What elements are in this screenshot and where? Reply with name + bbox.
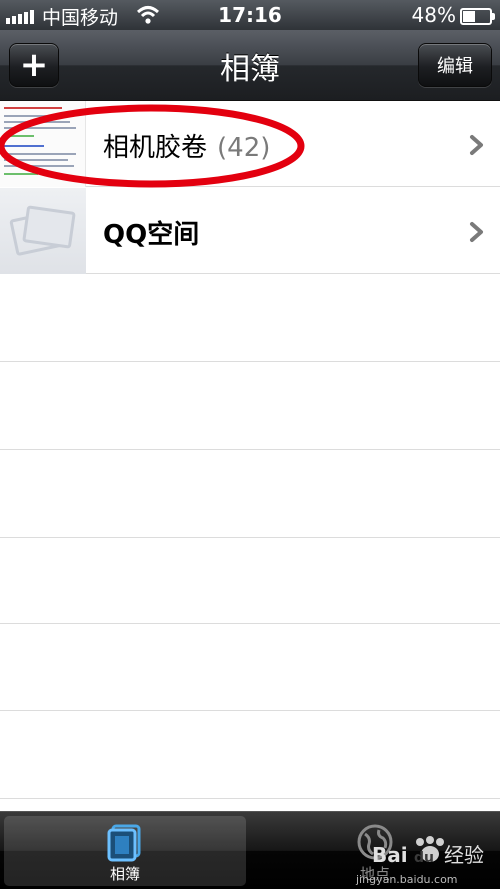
battery-icon [460, 8, 495, 25]
album-count: (42) [217, 133, 271, 163]
album-row-camera-roll[interactable]: 相机胶卷 (42) [0, 101, 500, 187]
list-divider [0, 361, 500, 362]
list-divider [0, 710, 500, 711]
document-screenshot-thumbnail [0, 101, 86, 187]
navigation-bar: + 相簿 编辑 [0, 30, 500, 101]
photos-placeholder-icon [9, 205, 76, 256]
svg-text:Bai: Bai [372, 843, 408, 867]
chevron-right-icon [470, 135, 483, 155]
tab-albums[interactable]: 相簿 [4, 816, 246, 886]
albums-icon [107, 824, 141, 862]
album-name: 相机胶卷 [103, 133, 208, 163]
svg-text:经验: 经验 [444, 843, 484, 867]
status-bar: 中国移动 17:16 48% [0, 0, 500, 30]
chevron-right-icon [470, 222, 483, 242]
list-divider [0, 623, 500, 624]
list-divider [0, 537, 500, 538]
tab-label: 相簿 [109, 865, 140, 883]
list-divider [0, 449, 500, 450]
placeholder-photos-thumbnail [0, 188, 86, 274]
album-list: 相机胶卷 (42) QQ空间 [0, 101, 500, 811]
svg-text:du: du [414, 850, 434, 866]
list-divider [0, 798, 500, 799]
album-label: 相机胶卷 (42) [103, 127, 270, 164]
battery-level-fill [463, 11, 475, 22]
edit-button[interactable]: 编辑 [418, 43, 492, 87]
battery-percent: 48% [411, 3, 456, 27]
album-row-qq-space[interactable]: QQ空间 [0, 188, 500, 274]
album-name: QQ空间 [103, 220, 200, 250]
baidu-jingyan-watermark: Bai du 经验 [372, 836, 484, 867]
watermark-url: jingyan.baidu.com [356, 873, 458, 886]
